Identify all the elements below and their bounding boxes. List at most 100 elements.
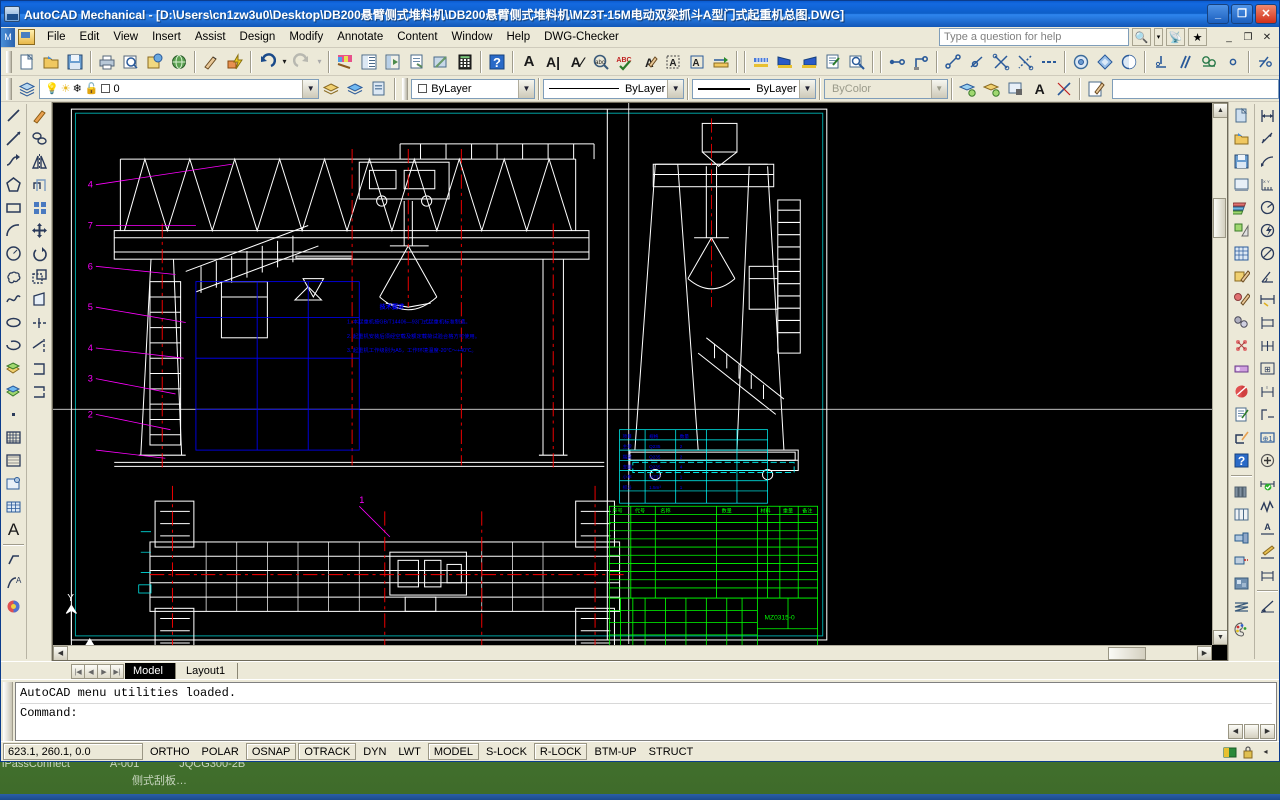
dim-break-icon[interactable] [1256,495,1279,518]
point-icon[interactable] [2,403,25,426]
menu-grip[interactable]: M [1,28,15,47]
menu-item-window[interactable]: Window [445,29,500,45]
redo-dropdown-icon[interactable]: ▾ [314,50,325,74]
render-icon[interactable] [333,50,357,74]
polygon-icon[interactable] [2,173,25,196]
match-properties-icon[interactable] [199,50,223,74]
offset-icon[interactable] [28,173,51,196]
chevron-down-icon[interactable]: ▼ [518,80,534,98]
point-icon[interactable] [1221,50,1245,74]
trim-icon[interactable] [28,311,51,334]
check-dim-icon[interactable] [1256,472,1279,495]
toolbar-lock-icon[interactable] [1240,744,1255,759]
publish-web-icon[interactable] [167,50,191,74]
save-drawing-icon[interactable] [1230,150,1253,173]
make-block-icon[interactable] [2,380,25,403]
open-icon[interactable] [39,50,63,74]
status-toggle-polar[interactable]: POLAR [197,743,244,760]
dim-edit-icon[interactable] [1256,403,1279,426]
text-props-icon[interactable]: A [1028,77,1052,101]
balloon-icon[interactable] [1230,288,1253,311]
layers-icon[interactable] [1230,196,1253,219]
region-icon[interactable] [2,472,25,495]
tool-palettes-icon[interactable] [381,50,405,74]
dim-props-icon[interactable] [1052,77,1076,101]
tab-nav-last[interactable]: ▶| [110,664,124,679]
status-toggle-lwt[interactable]: LWT [393,743,425,760]
equal-radius-icon[interactable] [1117,50,1141,74]
jogged-dim-icon[interactable] [1256,219,1279,242]
command-window-grip[interactable] [3,682,13,741]
vertical-scroll-thumb[interactable] [1213,198,1226,238]
gradient-icon[interactable] [2,449,25,472]
menu-item-content[interactable]: Content [390,29,444,45]
balloon-icon[interactable] [845,50,869,74]
menu-item-edit[interactable]: Edit [73,29,107,45]
tab-nav-prev[interactable]: ◀ [84,664,98,679]
scroll-left-button[interactable]: ◀ [53,646,68,661]
edit-dim-text-icon[interactable] [1256,541,1279,564]
status-toggle-osnap[interactable]: OSNAP [246,743,297,760]
undo-dropdown-icon[interactable]: ▾ [279,50,290,74]
menu-item-view[interactable]: View [106,29,145,45]
status-toggle-otrack[interactable]: OTRACK [298,743,356,760]
section-icon[interactable] [773,50,797,74]
shaft-icon[interactable] [1230,526,1253,549]
linetype-control-combo[interactable]: ByLayer ▼ [543,79,684,99]
close-button[interactable]: ✕ [1255,4,1277,24]
toolbar-grip[interactable] [6,51,12,73]
shaft-gen-icon[interactable] [1230,357,1253,380]
maximize-button[interactable]: ❐ [1231,4,1253,24]
menu-item-modify[interactable]: Modify [282,29,330,45]
chevron-down-icon[interactable]: ▾ [1154,28,1163,46]
calculator-icon[interactable] [453,50,477,74]
symmetric-icon[interactable] [1013,50,1037,74]
baseline-dim-icon[interactable] [1256,311,1279,334]
layer-tools-icon[interactable] [367,77,391,101]
command-scroll-right[interactable]: ▶ [1260,724,1275,739]
comm-center-icon[interactable] [1222,744,1237,759]
favorites-star-icon[interactable]: ★ [1188,28,1207,46]
help-icon[interactable]: ? [1230,449,1253,472]
chevron-down-icon[interactable]: ▼ [302,80,318,98]
arc-dim-icon[interactable] [1256,150,1279,173]
polyline-icon[interactable] [2,150,25,173]
extend-icon[interactable] [28,334,51,357]
command-scroll-thumb[interactable] [1244,724,1259,739]
scale-icon[interactable] [28,265,51,288]
move-icon[interactable] [28,219,51,242]
doc-minimize-button[interactable]: _ [1220,29,1238,45]
palette-icon[interactable] [1230,618,1253,641]
arc-icon[interactable] [2,219,25,242]
scroll-down-button[interactable]: ▼ [1213,630,1228,645]
menu-item-assist[interactable]: Assist [188,29,233,45]
mirror-icon[interactable] [28,150,51,173]
diameter-dim-icon[interactable] [1256,242,1279,265]
status-toggle-struct[interactable]: STRUCT [644,743,699,760]
dim-text-icon[interactable]: A [1256,518,1279,541]
layer-lock-icon[interactable] [1004,77,1028,101]
plot-icon[interactable] [95,50,119,74]
tab-layout1[interactable]: Layout1 [178,663,238,679]
status-toggle-ortho[interactable]: ORTHO [145,743,195,760]
show-constraints-icon[interactable] [1253,50,1277,74]
status-toggle-r-lock[interactable]: R-LOCK [534,743,588,760]
copy-icon[interactable] [28,127,51,150]
chain-icon[interactable] [1230,595,1253,618]
coincident-icon[interactable] [941,50,965,74]
text-edit-icon[interactable]: A| [541,50,565,74]
rotate-icon[interactable] [28,242,51,265]
new-drawing-icon[interactable] [1230,104,1253,127]
dim-style-icon[interactable]: ⊞ [1256,357,1279,380]
concentric-icon[interactable] [1069,50,1093,74]
dim-space-icon[interactable] [1256,564,1279,587]
hatch-icon[interactable] [2,426,25,449]
doc-restore-button[interactable]: ❐ [1239,29,1257,45]
vertical-scrollbar[interactable]: ▲ ▼ [1212,103,1227,645]
spell-check-icon[interactable]: ABC [613,50,637,74]
open-drawing-icon[interactable] [1230,127,1253,150]
columns-icon[interactable] [1230,503,1253,526]
spline-icon[interactable] [2,288,25,311]
screw-icon[interactable] [1230,311,1253,334]
fix-icon[interactable] [1093,50,1117,74]
